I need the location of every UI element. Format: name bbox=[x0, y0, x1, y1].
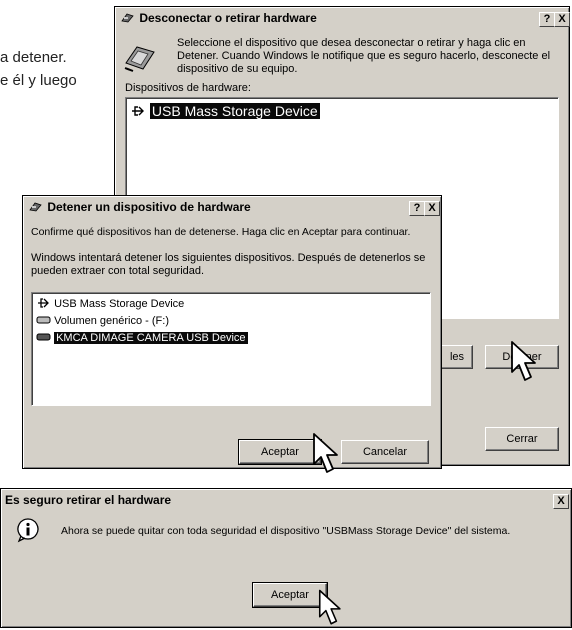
safe-close-button[interactable]: X bbox=[553, 494, 569, 509]
stop-device-window: Detener un dispositivo de hardware ? X C… bbox=[22, 195, 442, 469]
hardware-icon bbox=[121, 13, 134, 23]
disconnect-window-titlebar[interactable]: Desconectar o retirar hardware bbox=[117, 9, 567, 27]
disconnect-help-button[interactable]: ? bbox=[539, 12, 555, 27]
device-label: Volumen genérico - (F:) bbox=[54, 315, 169, 327]
safe-ok-button[interactable]: Aceptar bbox=[252, 582, 328, 608]
device-label: USB Mass Storage Device bbox=[149, 103, 320, 119]
drive-icon bbox=[36, 333, 51, 341]
list-item[interactable]: Volumen genérico - (F:) bbox=[36, 313, 169, 329]
safe-removal-titlebar[interactable]: Es seguro retirar el hardware bbox=[3, 491, 569, 509]
info-icon bbox=[17, 518, 39, 543]
mouse-cursor-icon bbox=[511, 341, 536, 381]
hardware-icon bbox=[124, 46, 155, 72]
info-text: Windows intentará detener los siguientes… bbox=[31, 252, 426, 277]
hardware-icon bbox=[29, 202, 42, 212]
list-item[interactable]: KMCA DIMAGE CAMERA USB Device bbox=[36, 330, 248, 346]
safe-removal-message: Ahora se puede quitar con toda seguridad… bbox=[61, 525, 511, 537]
background-text-line-1: a detener. bbox=[0, 49, 67, 66]
list-item[interactable]: USB Mass Storage Device bbox=[36, 296, 184, 312]
device-label: KMCA DIMAGE CAMERA USB Device bbox=[54, 332, 248, 344]
stop-close-button[interactable]: X bbox=[424, 201, 440, 216]
usb-icon bbox=[38, 298, 49, 308]
stop-window-title: Detener un dispositivo de hardware bbox=[47, 200, 251, 214]
device-label: USB Mass Storage Device bbox=[54, 298, 185, 310]
mouse-cursor-icon bbox=[313, 433, 338, 473]
disconnect-close-button[interactable]: X bbox=[554, 12, 570, 27]
list-item[interactable]: USB Mass Storage Device bbox=[130, 102, 320, 119]
mouse-cursor-icon bbox=[318, 589, 341, 625]
ok-button[interactable]: Aceptar bbox=[238, 439, 322, 465]
close-button[interactable]: Cerrar bbox=[485, 427, 559, 451]
devices-label: Dispositivos de hardware: bbox=[125, 82, 251, 94]
stop-devices-list[interactable]: USB Mass Storage Device Volumen genérico… bbox=[31, 292, 431, 406]
safe-removal-title: Es seguro retirar el hardware bbox=[5, 493, 172, 507]
cancel-button[interactable]: Cancelar bbox=[341, 440, 429, 464]
background-text: a detener. e él y luego bbox=[0, 46, 120, 92]
background-text-line-2: e él y luego bbox=[0, 72, 77, 89]
safe-removal-window: Es seguro retirar el hardware X Ahora se… bbox=[0, 488, 572, 628]
stop-window-titlebar[interactable]: Detener un dispositivo de hardware bbox=[25, 198, 439, 216]
usb-icon bbox=[132, 106, 144, 116]
disconnect-window-title: Desconectar o retirar hardware bbox=[139, 11, 317, 25]
drive-icon bbox=[36, 316, 51, 324]
confirm-text: Confirme qué dispositivos han de detener… bbox=[31, 226, 411, 238]
stop-help-button[interactable]: ? bbox=[409, 201, 425, 216]
disconnect-instruction: Seleccione el dispositivo que desea desc… bbox=[177, 37, 551, 75]
